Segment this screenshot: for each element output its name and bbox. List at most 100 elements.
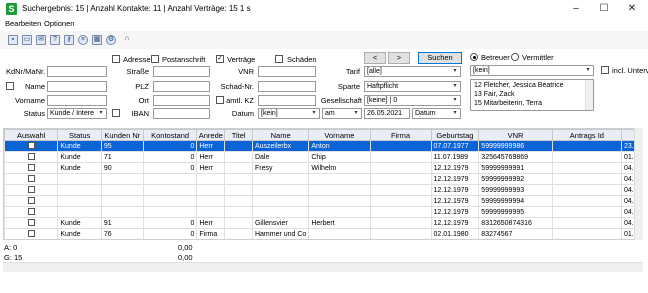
strasse-input[interactable] <box>153 66 210 77</box>
prev-button[interactable]: < <box>364 52 386 64</box>
col-name[interactable]: Name <box>251 129 310 141</box>
tarif-select[interactable]: [alle] ▾ <box>364 66 461 77</box>
col-vnr[interactable]: VNR <box>478 129 553 141</box>
sparte-select[interactable]: Haftpflicht ▾ <box>364 81 461 92</box>
kdnr-label: KdNr/MaNr. <box>6 67 46 76</box>
close-button[interactable]: ✕ <box>618 1 646 17</box>
plz-input[interactable] <box>153 81 210 92</box>
vnr-input[interactable] <box>258 66 316 77</box>
iban-input[interactable] <box>153 108 210 119</box>
row-checkbox[interactable] <box>27 175 35 183</box>
iban-checkbox[interactable] <box>112 109 120 117</box>
datum-op-select[interactable]: am ▾ <box>322 108 362 119</box>
datum-value-input[interactable]: 26.05.2021 <box>364 108 410 119</box>
table-row[interactable]: Kunde 71 0 Herr Dale Chip 11.07.1989 3256457698… <box>4 151 642 163</box>
row-checkbox[interactable] <box>27 197 35 205</box>
row-select-cell[interactable] <box>4 195 59 207</box>
row-select-cell[interactable] <box>4 184 59 196</box>
row-checkbox[interactable] <box>27 219 35 227</box>
betreuer-radio[interactable] <box>470 53 478 61</box>
col-titel[interactable]: Titel <box>224 129 253 141</box>
cell-antrag <box>551 184 622 196</box>
col-firma[interactable]: Firma <box>369 129 432 141</box>
amtl-kz-input[interactable] <box>258 95 316 106</box>
col-kunden-nr[interactable]: Kunden Nr <box>100 129 144 141</box>
row-checkbox[interactable] <box>27 186 35 194</box>
help-icon[interactable]: ? <box>50 35 60 45</box>
vorname-input[interactable] <box>47 95 107 106</box>
schadnr-input[interactable] <box>258 81 316 92</box>
col-vorname[interactable]: Vorname <box>308 129 371 141</box>
row-checkbox[interactable] <box>27 142 35 150</box>
table-row[interactable]: Kunde 95 0 Herr Auszeilerbx Anton 07.07.1977 59… <box>4 140 642 152</box>
incl-unterv-checkbox[interactable] <box>601 66 609 74</box>
row-select-cell[interactable] <box>4 140 59 152</box>
table-row[interactable]: 12.12.1979 59999999993 04.0 <box>4 184 642 196</box>
next-button[interactable]: > <box>388 52 410 64</box>
datum-type-select[interactable]: Datum ▾ <box>412 108 461 119</box>
row-select-cell[interactable] <box>4 228 59 239</box>
name-input[interactable] <box>47 81 107 92</box>
row-checkbox[interactable] <box>27 208 35 216</box>
row-select-cell[interactable] <box>4 151 59 163</box>
name-checkbox[interactable] <box>6 82 14 90</box>
mail-icon[interactable]: ✉ <box>36 35 46 45</box>
adresse-checkbox[interactable] <box>112 55 120 63</box>
menu-optionen[interactable]: Optionen <box>44 19 74 28</box>
row-checkbox[interactable] <box>27 164 35 172</box>
cell-firma <box>369 173 432 185</box>
vermittler-radio[interactable] <box>511 53 519 61</box>
key-icon[interactable]: ⚷ <box>64 35 74 45</box>
col-status[interactable]: Status <box>57 129 102 141</box>
list-item[interactable]: 12 Fletcher, Jessica Beatrice <box>474 82 564 89</box>
save-icon[interactable]: ▪ <box>8 35 18 45</box>
col-kontostand[interactable]: Kontostand <box>142 129 198 141</box>
col-geburtstag[interactable]: Geburtstag <box>430 129 480 141</box>
gesellschaft-select[interactable]: [keine] | 0 ▾ <box>364 95 461 106</box>
cancel-icon[interactable]: × <box>78 35 88 45</box>
grid-vertical-scrollbar[interactable] <box>634 128 643 240</box>
betreuer-select[interactable]: [kein] ▾ <box>470 65 594 76</box>
amtl-kz-checkbox[interactable] <box>216 96 224 104</box>
table-row[interactable]: 12.12.1979 59999999994 04.0 <box>4 195 642 207</box>
table-row[interactable]: 12.12.1979 59999999995 04.0 <box>4 206 642 218</box>
table-row[interactable]: Kunde 76 0 Firma Hammer und Co 02.01.1980 8327… <box>4 228 642 239</box>
row-select-cell[interactable] <box>4 162 59 174</box>
postanschrift-checkbox[interactable] <box>151 55 159 63</box>
row-checkbox[interactable] <box>27 230 35 238</box>
datum-kein-select[interactable]: [kein] ▾ <box>258 108 320 119</box>
betreuer-listbox[interactable]: 12 Fletcher, Jessica Beatrice 13 Fair, Z… <box>470 79 594 111</box>
row-checkbox[interactable] <box>27 153 35 161</box>
row-select-cell[interactable] <box>4 173 59 185</box>
cell-name: Auszeilerbx <box>251 140 310 152</box>
list-item[interactable]: 13 Fair, Zack <box>474 91 514 98</box>
settings-icon[interactable]: ⚙ <box>106 35 116 45</box>
minimize-button[interactable]: – <box>562 1 590 17</box>
cell-vorname <box>308 228 371 239</box>
col-anrede[interactable]: Anrede <box>196 129 226 141</box>
col-antrags-id[interactable]: Antrags Id <box>551 129 622 141</box>
datum-label: Datum <box>231 109 254 118</box>
ort-input[interactable] <box>153 95 210 106</box>
print-icon[interactable]: ▭ <box>22 35 32 45</box>
maximize-button[interactable]: ☐ <box>590 1 618 17</box>
row-select-cell[interactable] <box>4 206 59 218</box>
magnet-icon[interactable]: ∩ <box>122 35 132 45</box>
windows-icon[interactable]: ▦ <box>92 35 102 45</box>
vertraege-checkbox[interactable]: ✓ <box>216 55 224 63</box>
listbox-scrollbar[interactable] <box>585 80 593 110</box>
table-row[interactable]: Kunde 91 0 Herr Gillensvier Herbert 12.12.1979… <box>4 217 642 229</box>
horizontal-scrollbar[interactable] <box>3 262 643 272</box>
kdnr-input[interactable] <box>47 66 107 77</box>
col-auswahl[interactable]: Auswahl <box>4 129 59 141</box>
sparte-value: Haftpflicht <box>367 83 399 90</box>
menu-bearbeiten[interactable]: Bearbeiten <box>5 19 41 28</box>
table-row[interactable]: Kunde 90 0 Herr Fresy Wilhelm 12.12.1979 599999… <box>4 162 642 174</box>
search-button[interactable]: Suchen <box>418 52 462 64</box>
schaeden-checkbox[interactable] <box>275 55 283 63</box>
cell-firma <box>369 184 432 196</box>
status-select[interactable]: Kunde / Intere ▾ <box>47 108 107 119</box>
table-row[interactable]: 12.12.1979 59999999992 04.0 <box>4 173 642 185</box>
row-select-cell[interactable] <box>4 217 59 229</box>
list-item[interactable]: 15 Mitarbeiterin, Terra <box>474 100 542 107</box>
